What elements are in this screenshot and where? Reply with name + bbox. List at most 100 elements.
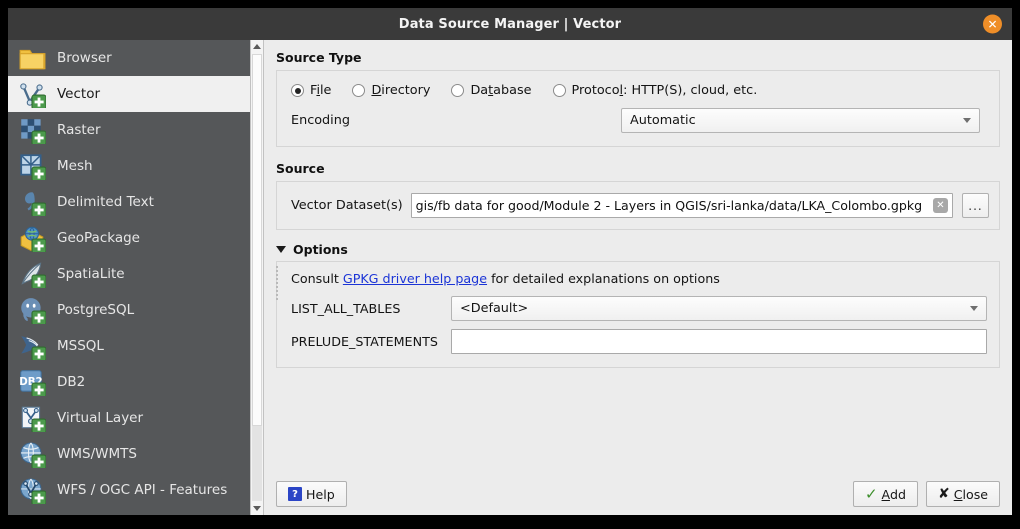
sidebar-item-mesh[interactable]: Mesh xyxy=(8,148,250,184)
content-panel: Source Type File Directory Database Protoco… xyxy=(264,40,1012,515)
postgresql-icon xyxy=(18,296,46,324)
sidebar-item-label: Mesh xyxy=(57,158,93,174)
encoding-value: Automatic xyxy=(630,113,696,128)
help-button[interactable]: ? Help xyxy=(276,481,347,507)
radio-protocol-http-s-cloud-etc[interactable]: Protocol: HTTP(S), cloud, etc. xyxy=(552,83,758,98)
sidebar-item-label: Virtual Layer xyxy=(57,410,144,426)
source-heading: Source xyxy=(276,161,325,176)
dialog-body: Browser Vector Raster Mesh Delimited Text Geo… xyxy=(8,40,1012,515)
options-group: Consult GPKG driver help page for detail… xyxy=(276,261,1000,368)
radio-dot xyxy=(552,84,566,97)
sidebar-item-wfs-ogc-api-features[interactable]: WFS / OGC API - Features xyxy=(8,472,250,508)
chevron-down-icon xyxy=(276,246,286,253)
spatialite-icon xyxy=(18,260,46,288)
window-title: Data Source Manager | Vector xyxy=(398,16,622,32)
sidebar-item-label: Delimited Text xyxy=(57,194,154,210)
sidebar-item-virtual-layer[interactable]: Virtual Layer xyxy=(8,400,250,436)
sidebar-item-label: SpatiaLite xyxy=(57,266,125,282)
sidebar-item-spatialite[interactable]: SpatiaLite xyxy=(8,256,250,292)
sidebar-item-label: DB2 xyxy=(57,374,86,390)
vector-dataset-input[interactable]: gis/fb data for good/Module 2 - Layers i… xyxy=(410,193,953,218)
add-button[interactable]: ✓ Add xyxy=(852,481,918,507)
add-button-label: Add xyxy=(881,486,906,502)
scroll-down-icon[interactable] xyxy=(251,502,263,515)
sidebar-item-label: Vector xyxy=(57,86,101,102)
source-type-group: File Directory Database Protocol: HTTP(S), … xyxy=(276,70,1000,147)
option-row: LIST_ALL_TABLES <Default> xyxy=(291,296,987,321)
clear-icon[interactable]: ✕ xyxy=(933,198,948,213)
radio-label: File xyxy=(310,83,332,98)
sidebar-item-wms-wmts[interactable]: WMS/WMTS xyxy=(8,436,250,472)
mesh-layer-icon xyxy=(18,152,46,180)
sidebar-item-delimited-text[interactable]: Delimited Text xyxy=(8,184,250,220)
sidebar-item-label: GeoPackage xyxy=(57,230,140,246)
consult-prefix: Consult xyxy=(291,271,343,286)
sidebar-item-vector[interactable]: Vector xyxy=(8,76,250,112)
option-label: PRELUDE_STATEMENTS xyxy=(291,334,438,349)
vector-layer-icon xyxy=(18,80,46,108)
raster-layer-icon xyxy=(18,116,46,144)
sidebar-item-label: WFS / OGC API - Features xyxy=(57,482,228,498)
encoding-label: Encoding xyxy=(291,113,350,128)
close-button[interactable]: ✘ Close xyxy=(925,481,1000,507)
sidebar-item-label: PostgreSQL xyxy=(57,302,135,318)
mssql-icon xyxy=(18,332,46,360)
sidebar-item-db2[interactable]: DB2 DB2 xyxy=(8,364,250,400)
source-type-radio-row: File Directory Database Protocol: HTTP(S), … xyxy=(277,71,999,106)
radio-label: Directory xyxy=(371,83,431,98)
sidebar-item-label: Raster xyxy=(57,122,101,138)
source-group: Vector Dataset(s) gis/fb data for good/M… xyxy=(276,181,1000,230)
dialog-root: Data Source Manager | Vector ✕ Browser Ve… xyxy=(0,0,1020,529)
scroll-up-icon[interactable] xyxy=(251,40,263,53)
encoding-combobox[interactable]: Automatic xyxy=(621,108,980,133)
sidebar-item-browser[interactable]: Browser xyxy=(8,40,250,76)
sidebar: Browser Vector Raster Mesh Delimited Text Geo… xyxy=(8,40,250,515)
option-row: PRELUDE_STATEMENTS xyxy=(291,329,987,354)
scrollbar-thumb[interactable] xyxy=(252,54,262,426)
close-icon[interactable]: ✕ xyxy=(983,14,1002,34)
vector-dataset-value: gis/fb data for good/Module 2 - Layers i… xyxy=(415,198,923,213)
option-text-input[interactable] xyxy=(451,329,987,354)
browse-button[interactable]: ... xyxy=(962,193,989,218)
help-icon: ? xyxy=(288,487,302,501)
option-combobox[interactable]: <Default> xyxy=(451,296,987,321)
source-type-heading: Source Type xyxy=(276,50,362,65)
chevron-down-icon xyxy=(963,118,971,123)
radio-directory[interactable]: Directory xyxy=(352,83,430,98)
sidebar-item-label: MSSQL xyxy=(57,338,104,354)
delimited-text-icon xyxy=(18,188,46,216)
radio-dot xyxy=(352,84,366,97)
sidebar-item-postgresql[interactable]: PostgreSQL xyxy=(8,292,250,328)
help-button-label: Help xyxy=(306,486,335,502)
encoding-row: Encoding Automatic xyxy=(277,106,999,146)
radio-dot xyxy=(451,84,465,97)
options-header[interactable]: Options xyxy=(276,242,1012,257)
options-rows: LIST_ALL_TABLES <Default> PRELUDE_STATEMEN… xyxy=(289,296,987,354)
vector-dataset-label: Vector Dataset(s) xyxy=(291,198,403,213)
sidebar-scrollbar[interactable] xyxy=(250,40,264,515)
radio-database[interactable]: Database xyxy=(451,83,532,98)
db2-icon: DB2 xyxy=(18,368,46,396)
option-label: LIST_ALL_TABLES xyxy=(291,301,401,316)
gpkg-driver-help-link[interactable]: GPKG driver help page xyxy=(343,271,487,286)
folder-icon xyxy=(18,44,46,72)
sidebar-item-geopackage[interactable]: GeoPackage xyxy=(8,220,250,256)
close-button-label: Close xyxy=(953,486,988,502)
x-icon: ✘ xyxy=(937,486,950,502)
scrollbar-track[interactable] xyxy=(252,426,262,501)
sidebar-item-label: Browser xyxy=(57,50,112,66)
radio-file[interactable]: File xyxy=(291,83,331,98)
radio-label: Database xyxy=(470,83,532,98)
consult-suffix: for detailed explanations on options xyxy=(487,271,720,286)
check-icon: ✓ xyxy=(864,484,878,503)
options-heading: Options xyxy=(293,242,348,257)
sidebar-item-mssql[interactable]: MSSQL xyxy=(8,328,250,364)
sidebar-item-raster[interactable]: Raster xyxy=(8,112,250,148)
wfs-ogc-api-icon xyxy=(18,476,46,504)
chevron-down-icon xyxy=(970,306,978,311)
vector-dataset-row: Vector Dataset(s) gis/fb data for good/M… xyxy=(277,182,999,229)
option-value: <Default> xyxy=(460,301,529,316)
radio-label: Protocol: HTTP(S), cloud, etc. xyxy=(571,83,758,98)
geopackage-icon xyxy=(18,224,46,252)
wms-wmts-icon xyxy=(18,440,46,468)
